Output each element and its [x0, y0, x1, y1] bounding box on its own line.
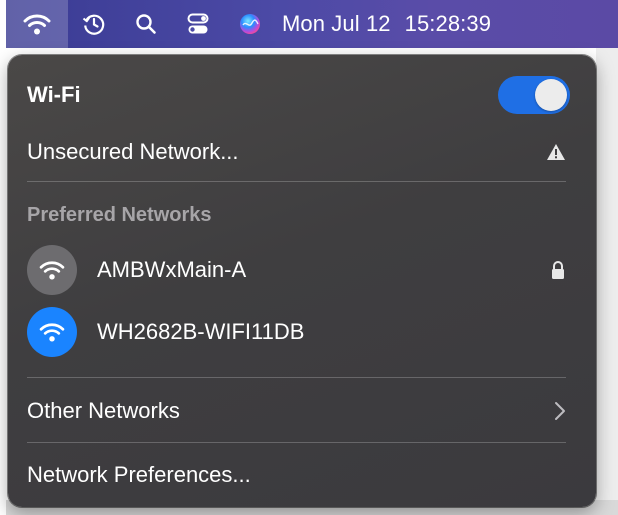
menubar-siri-button[interactable]	[224, 0, 276, 48]
menubar-spotlight-button[interactable]	[120, 0, 172, 48]
desktop-edge	[0, 48, 6, 515]
chevron-right-icon	[554, 401, 566, 421]
menubar-clock[interactable]: Mon Jul 12 15:28:39	[276, 0, 491, 48]
preferred-networks-header: Preferred Networks	[8, 195, 596, 235]
warning-icon	[546, 143, 566, 161]
search-icon	[136, 14, 156, 34]
wifi-icon	[39, 261, 65, 280]
lock-icon	[550, 260, 566, 280]
wifi-icon	[39, 323, 65, 342]
network-name: AMBWxMain-A	[97, 257, 247, 282]
siri-icon	[240, 14, 260, 34]
wifi-menu: Wi-Fi Unsecured Network... Preferred Net…	[8, 55, 596, 507]
menubar-control-center-button[interactable]	[172, 0, 224, 48]
divider	[27, 442, 566, 443]
current-network-label: Unsecured Network...	[27, 139, 239, 164]
menubar-wifi-button[interactable]	[6, 0, 68, 48]
screen: Mon Jul 12 15:28:39 Wi-Fi Unsecured Netw…	[0, 0, 618, 515]
network-icon-circle-connected	[27, 307, 77, 357]
control-center-icon	[187, 13, 209, 34]
menubar-time: 15:28:39	[404, 11, 492, 36]
network-preferences-row[interactable]: Network Preferences...	[8, 452, 596, 498]
divider	[27, 377, 566, 378]
divider	[27, 181, 566, 182]
menu-bar: Mon Jul 12 15:28:39	[6, 0, 618, 48]
wifi-header-row: Wi-Fi	[8, 72, 596, 118]
network-icon-circle	[27, 245, 77, 295]
network-name: WH2682B-WIFI11DB	[97, 319, 305, 344]
menubar-date: Mon Jul 12	[282, 11, 391, 36]
network-item-ambwxmain-a[interactable]: AMBWxMain-A	[8, 243, 596, 297]
current-network-row[interactable]: Unsecured Network...	[8, 129, 596, 175]
preferred-networks-title: Preferred Networks	[27, 203, 212, 226]
time-machine-icon	[82, 14, 105, 35]
wifi-menu-title: Wi-Fi	[27, 82, 81, 107]
menubar-time-machine-button[interactable]	[68, 0, 120, 48]
wifi-toggle-knob	[535, 79, 567, 111]
network-item-wh2682b-wifi11db[interactable]: WH2682B-WIFI11DB	[8, 305, 596, 359]
wifi-icon	[23, 14, 51, 35]
background-window	[596, 48, 618, 515]
wifi-toggle[interactable]	[498, 76, 570, 114]
other-networks-row[interactable]: Other Networks	[8, 388, 596, 434]
other-networks-label: Other Networks	[27, 398, 180, 423]
network-preferences-label: Network Preferences...	[27, 462, 251, 487]
